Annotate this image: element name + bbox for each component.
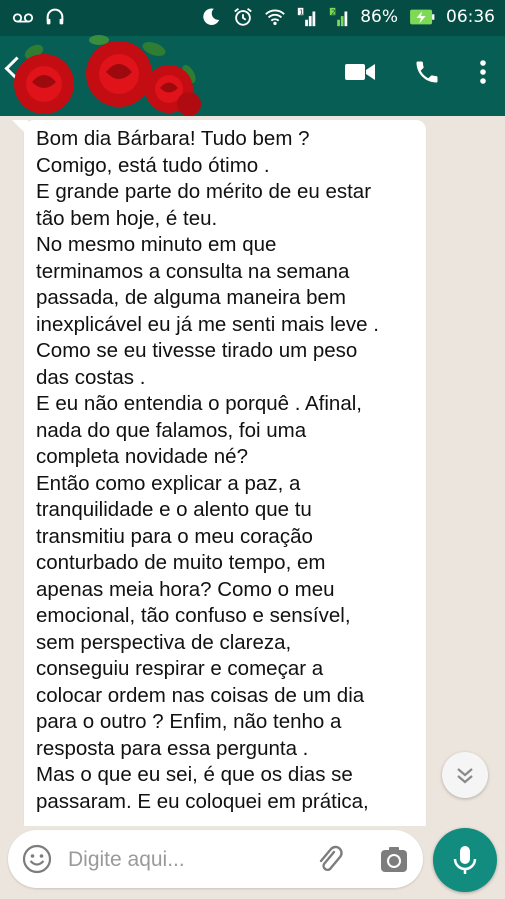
message-line: nada do que falamos, foi uma [36, 418, 307, 442]
battery-charging-icon [410, 9, 435, 25]
chat-header [0, 34, 505, 118]
message-line: Mas o que eu sei, é que os dias se [36, 763, 353, 786]
emoji-icon[interactable] [22, 844, 52, 874]
message-line: passada, de alguma maneira bem [36, 286, 346, 309]
message-line: para o outro ? Enfim, não tenho a [36, 710, 342, 733]
signal-sim2-icon: 2 [330, 7, 348, 27]
message-line: E grande parte do mérito de eu estar [36, 180, 372, 203]
signal-sim1-icon: 1 [298, 7, 316, 27]
contact-avatar-roses[interactable] [4, 34, 204, 118]
status-right-icons: 1 2 86% 06:36 [200, 6, 495, 28]
message-line: Bom dia Bárbara! Tudo bem ? [36, 127, 310, 150]
chat-area[interactable]: Bom dia Bárbara! Tudo bem ? Comigo, está … [0, 116, 505, 826]
message-input[interactable] [66, 844, 310, 876]
voice-record-button[interactable] [433, 828, 497, 892]
message-line: sem perspectiva de clareza, [36, 630, 292, 654]
message-line: conseguiu respirar e começar a [36, 657, 324, 680]
message-line: passaram. E eu coloquei em prática, [36, 789, 369, 813]
message-line: E eu não entendia o porquê . Afinal, [36, 392, 362, 415]
message-line: transmitiu para o meu coração [36, 524, 313, 548]
message-line: das costas . [36, 365, 146, 389]
message-line: inexplicável eu já me senti mais leve . [36, 312, 379, 336]
headphones-icon [46, 8, 64, 25]
message-line: No mesmo minuto em que [36, 233, 277, 256]
message-line: tranquilidade e o alento que tu [36, 498, 312, 521]
scroll-to-bottom-button[interactable] [442, 752, 488, 798]
message-line: Então como explicar a paz, a [36, 471, 301, 495]
header-actions [345, 58, 487, 86]
message-line: conturbado de muito tempo, em [36, 551, 326, 574]
message-line: apenas meia hora? Como o meu [36, 577, 335, 601]
message-line: emocional, tão confuso e sensível, [36, 604, 351, 627]
composer-pill [8, 830, 423, 888]
clock: 06:36 [446, 7, 495, 27]
alarm-icon [234, 8, 253, 26]
battery-percentage: 86% [360, 7, 398, 27]
double-chevron-down-icon [457, 768, 473, 784]
message-line: terminamos a consulta na semana [36, 259, 350, 283]
message-line: tão bem hoje, é teu. [36, 206, 218, 230]
more-options-icon[interactable] [479, 59, 487, 85]
incoming-message-bubble[interactable]: Bom dia Bárbara! Tudo bem ? Comigo, está … [24, 120, 426, 826]
voicemail-icon [12, 13, 34, 23]
phone-icon[interactable] [413, 58, 441, 86]
svg-text:2: 2 [331, 7, 336, 16]
message-text: Bom dia Bárbara! Tudo bem ? Comigo, está … [36, 126, 422, 815]
status-bar: 1 2 86% 06:36 [0, 0, 505, 36]
status-left-icons [12, 6, 66, 28]
camera-icon[interactable] [378, 844, 410, 876]
microphone-icon [453, 846, 477, 874]
message-line: colocar ordem nas coisas de um dia [36, 683, 365, 707]
wifi-icon [265, 9, 286, 26]
paperclip-icon[interactable] [314, 844, 346, 876]
message-line: completa novidade né? [36, 445, 248, 468]
do-not-disturb-moon-icon [203, 8, 220, 25]
svg-text:1: 1 [299, 7, 304, 16]
message-line: Comigo, está tudo ótimo . [36, 153, 270, 177]
message-line: Como se eu tivesse tirado um peso [36, 339, 358, 362]
video-call-icon[interactable] [345, 61, 375, 83]
composer-bar [0, 826, 505, 899]
message-line: resposta para essa pergunta . [36, 736, 309, 760]
